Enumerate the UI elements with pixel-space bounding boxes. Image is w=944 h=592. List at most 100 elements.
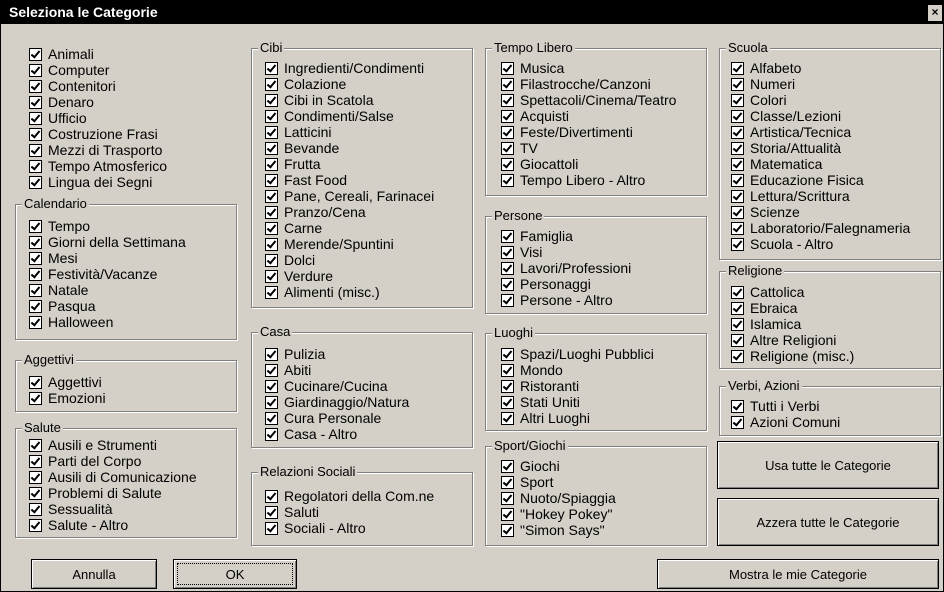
category-colori[interactable]: Colori xyxy=(731,92,937,108)
category-ristoranti[interactable]: Ristoranti xyxy=(501,378,703,394)
category-altre-religioni[interactable]: Altre Religioni xyxy=(731,332,937,348)
checkbox-checked-icon[interactable] xyxy=(501,363,514,377)
category-pasqua[interactable]: Pasqua xyxy=(29,298,233,314)
category-famiglia[interactable]: Famiglia xyxy=(501,228,703,244)
category-altri-luoghi[interactable]: Altri Luoghi xyxy=(501,410,703,426)
checkbox-checked-icon[interactable] xyxy=(29,219,42,233)
checkbox-checked-icon[interactable] xyxy=(731,349,744,363)
checkbox-checked-icon[interactable] xyxy=(501,261,514,275)
category-cibi-in-scatola[interactable]: Cibi in Scatola xyxy=(265,92,469,108)
category-computer[interactable]: Computer xyxy=(29,62,233,78)
checkbox-checked-icon[interactable] xyxy=(265,125,278,139)
category-festivit-vacanze[interactable]: Festività/Vacanze xyxy=(29,266,233,282)
category-religione-misc[interactable]: Religione (misc.) xyxy=(731,348,937,364)
checkbox-checked-icon[interactable] xyxy=(731,125,744,139)
category-cucinare-cucina[interactable]: Cucinare/Cucina xyxy=(265,378,469,394)
checkbox-checked-icon[interactable] xyxy=(731,333,744,347)
checkbox-checked-icon[interactable] xyxy=(501,523,514,537)
checkbox-checked-icon[interactable] xyxy=(29,127,42,141)
checkbox-checked-icon[interactable] xyxy=(501,173,514,187)
category-sport[interactable]: Sport xyxy=(501,474,703,490)
show-my-categories-button[interactable]: Mostra le mie Categorie xyxy=(657,559,939,589)
checkbox-checked-icon[interactable] xyxy=(731,237,744,251)
category-pane-cereali-farinacei[interactable]: Pane, Cereali, Farinacei xyxy=(265,188,469,204)
checkbox-checked-icon[interactable] xyxy=(265,205,278,219)
checkbox-checked-icon[interactable] xyxy=(501,61,514,75)
category-fast-food[interactable]: Fast Food xyxy=(265,172,469,188)
checkbox-checked-icon[interactable] xyxy=(501,277,514,291)
checkbox-checked-icon[interactable] xyxy=(29,95,42,109)
checkbox-checked-icon[interactable] xyxy=(29,315,42,329)
checkbox-checked-icon[interactable] xyxy=(29,251,42,265)
checkbox-checked-icon[interactable] xyxy=(265,173,278,187)
checkbox-checked-icon[interactable] xyxy=(265,269,278,283)
checkbox-checked-icon[interactable] xyxy=(501,475,514,489)
category-halloween[interactable]: Halloween xyxy=(29,314,233,330)
category-latticini[interactable]: Latticini xyxy=(265,124,469,140)
category-dolci[interactable]: Dolci xyxy=(265,252,469,268)
category-animali[interactable]: Animali xyxy=(29,46,233,62)
category-giocattoli[interactable]: Giocattoli xyxy=(501,156,703,172)
checkbox-checked-icon[interactable] xyxy=(731,173,744,187)
checkbox-checked-icon[interactable] xyxy=(501,109,514,123)
category-numeri[interactable]: Numeri xyxy=(731,76,937,92)
checkbox-checked-icon[interactable] xyxy=(29,79,42,93)
category-giorni-della-settimana[interactable]: Giorni della Settimana xyxy=(29,234,233,250)
checkbox-checked-icon[interactable] xyxy=(29,267,42,281)
category-tempo[interactable]: Tempo xyxy=(29,218,233,234)
checkbox-checked-icon[interactable] xyxy=(265,189,278,203)
checkbox-checked-icon[interactable] xyxy=(29,111,42,125)
category-spazi-luoghi-pubblici[interactable]: Spazi/Luoghi Pubblici xyxy=(501,346,703,362)
category-casa-altro[interactable]: Casa - Altro xyxy=(265,426,469,442)
checkbox-checked-icon[interactable] xyxy=(29,391,42,405)
category-visi[interactable]: Visi xyxy=(501,244,703,260)
category-spettacoli-cinema-teatro[interactable]: Spettacoli/Cinema/Teatro xyxy=(501,92,703,108)
category-personaggi[interactable]: Personaggi xyxy=(501,276,703,292)
checkbox-checked-icon[interactable] xyxy=(731,415,744,429)
checkbox-checked-icon[interactable] xyxy=(265,77,278,91)
checkbox-checked-icon[interactable] xyxy=(501,491,514,505)
checkbox-checked-icon[interactable] xyxy=(29,299,42,313)
category-costruzione-frasi[interactable]: Costruzione Frasi xyxy=(29,126,233,142)
category-condimenti-salse[interactable]: Condimenti/Salse xyxy=(265,108,469,124)
checkbox-checked-icon[interactable] xyxy=(265,141,278,155)
checkbox-checked-icon[interactable] xyxy=(501,157,514,171)
category-ufficio[interactable]: Ufficio xyxy=(29,110,233,126)
checkbox-checked-icon[interactable] xyxy=(731,93,744,107)
checkbox-checked-icon[interactable] xyxy=(265,61,278,75)
cancel-button[interactable]: Annulla xyxy=(31,559,157,589)
category-artistica-tecnica[interactable]: Artistica/Tecnica xyxy=(731,124,937,140)
category-merende-spuntini[interactable]: Merende/Spuntini xyxy=(265,236,469,252)
checkbox-checked-icon[interactable] xyxy=(501,507,514,521)
checkbox-checked-icon[interactable] xyxy=(265,379,278,393)
checkbox-checked-icon[interactable] xyxy=(501,245,514,259)
reset-all-categories-button[interactable]: Azzera tutte le Categorie xyxy=(717,498,939,546)
category-persone-altro[interactable]: Persone - Altro xyxy=(501,292,703,308)
checkbox-checked-icon[interactable] xyxy=(501,229,514,243)
checkbox-checked-icon[interactable] xyxy=(265,521,278,535)
checkbox-checked-icon[interactable] xyxy=(265,489,278,503)
category-ingredienti-condimenti[interactable]: Ingredienti/Condimenti xyxy=(265,60,469,76)
checkbox-checked-icon[interactable] xyxy=(501,93,514,107)
checkbox-checked-icon[interactable] xyxy=(29,375,42,389)
category-acquisti[interactable]: Acquisti xyxy=(501,108,703,124)
category-pranzo-cena[interactable]: Pranzo/Cena xyxy=(265,204,469,220)
category-ausili-e-strumenti[interactable]: Ausili e Strumenti xyxy=(29,437,233,453)
checkbox-checked-icon[interactable] xyxy=(731,109,744,123)
checkbox-checked-icon[interactable] xyxy=(265,157,278,171)
checkbox-checked-icon[interactable] xyxy=(501,395,514,409)
checkbox-checked-icon[interactable] xyxy=(29,438,42,452)
checkbox-checked-icon[interactable] xyxy=(265,109,278,123)
checkbox-checked-icon[interactable] xyxy=(731,205,744,219)
checkbox-checked-icon[interactable] xyxy=(29,175,42,189)
checkbox-checked-icon[interactable] xyxy=(29,518,42,532)
close-button[interactable]: × xyxy=(927,4,943,22)
category-mondo[interactable]: Mondo xyxy=(501,362,703,378)
checkbox-checked-icon[interactable] xyxy=(501,125,514,139)
category-carne[interactable]: Carne xyxy=(265,220,469,236)
category-laboratorio-falegnameria[interactable]: Laboratorio/Falegnameria xyxy=(731,220,937,236)
category-alfabeto[interactable]: Alfabeto xyxy=(731,60,937,76)
checkbox-checked-icon[interactable] xyxy=(29,454,42,468)
category-hokey-pokey[interactable]: "Hokey Pokey" xyxy=(501,506,703,522)
category-natale[interactable]: Natale xyxy=(29,282,233,298)
